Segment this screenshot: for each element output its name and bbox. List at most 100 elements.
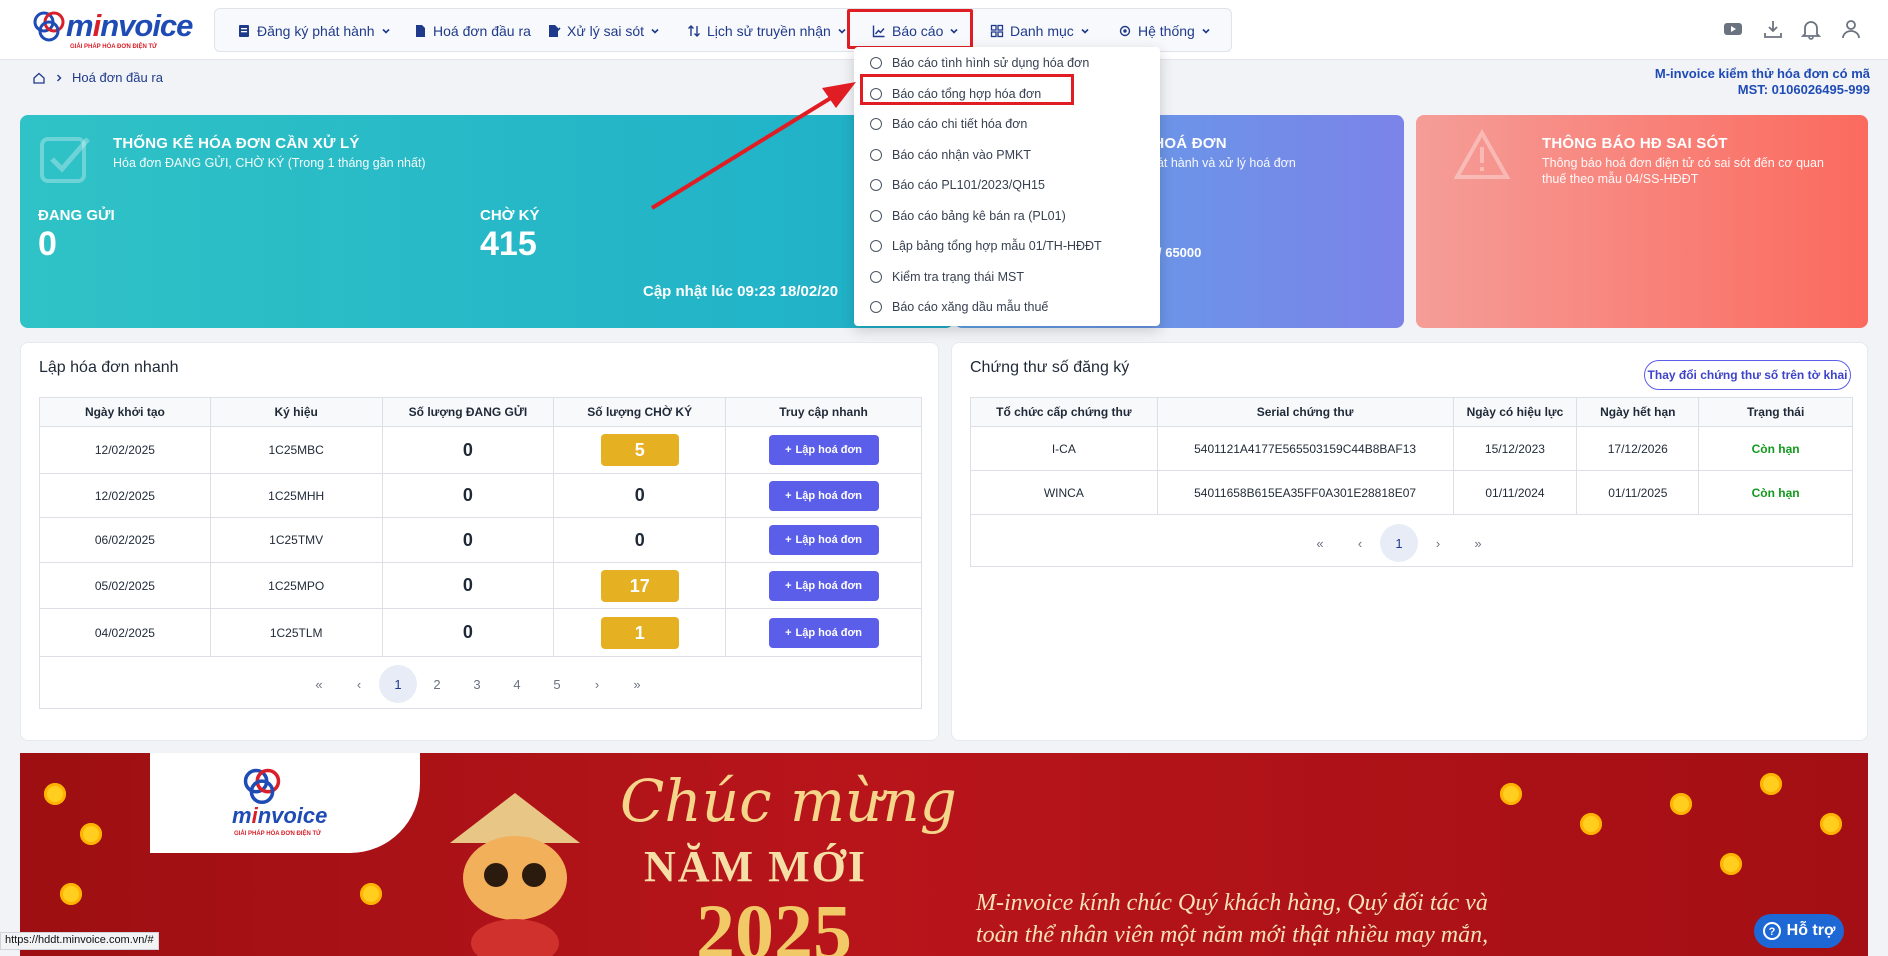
menu-item-label: Báo cáo chi tiết hóa đơn: [892, 117, 1028, 131]
minvoice-logo[interactable]: minvoice GIẢI PHÁP HÓA ĐƠN ĐIỆN TỬ: [32, 8, 193, 54]
nav-label: Đăng ký phát hành: [257, 23, 375, 39]
user-icon[interactable]: [1840, 18, 1862, 42]
cell-to: 01/11/2025: [1576, 470, 1700, 515]
bao-cao-highlight-box: [847, 9, 973, 49]
nav-xu-ly-sai-sot[interactable]: Xử lý sai sót: [547, 9, 660, 53]
col-header: Ngày khởi tạo: [39, 397, 211, 427]
pager-page-5[interactable]: 5: [537, 667, 577, 701]
table-row: 04/02/2025 1C25TLM 0 1 + Lập hoá đơn: [39, 608, 922, 657]
col-header: Tổ chức cấp chứng thư: [970, 397, 1158, 427]
apricot-flower-icon: [80, 823, 102, 845]
logo-mark-icon: [33, 11, 65, 42]
circle-icon: [870, 179, 882, 191]
create-invoice-button[interactable]: + Lập hoá đơn: [768, 435, 879, 465]
cell-action: + Lập hoá đơn: [725, 426, 922, 474]
pager-page-1[interactable]: 1: [1380, 524, 1418, 562]
home-icon[interactable]: [32, 71, 46, 85]
menu-item-pl101-report[interactable]: Báo cáo PL101/2023/QH15: [870, 175, 1045, 195]
waiting-value: 415: [480, 225, 537, 263]
create-invoice-button[interactable]: + Lập hoá đơn: [768, 525, 879, 555]
cell-waiting: 0: [553, 517, 727, 563]
pager-next[interactable]: ›: [1418, 526, 1458, 560]
cell-code: 1C25MPO: [209, 562, 383, 609]
bell-icon[interactable]: [1800, 18, 1822, 42]
breadcrumb-current[interactable]: Hoá đơn đầu ra: [72, 70, 163, 85]
pager-last[interactable]: »: [1458, 526, 1498, 560]
button-label: Lập hoá đơn: [795, 489, 862, 502]
chevron-down-icon: [838, 28, 846, 34]
create-invoice-button[interactable]: + Lập hoá đơn: [768, 570, 879, 601]
pager-prev[interactable]: ‹: [339, 667, 379, 701]
new-year-banner: minvoice GIẢI PHÁP HÓA ĐƠN ĐIỆN TỬ Chúc …: [20, 753, 1868, 956]
menu-item-pmkt-report[interactable]: Báo cáo nhận vào PMKT: [870, 145, 1031, 165]
chevron-right-icon: [57, 74, 62, 81]
pager-last[interactable]: »: [617, 667, 657, 701]
menu-item-usage-report[interactable]: Báo cáo tình hình sử dụng hóa đơn: [870, 53, 1089, 73]
cell-sending: 0: [381, 562, 555, 609]
change-cert-button[interactable]: Thay đổi chứng thư số trên tờ khai: [1644, 360, 1851, 390]
youtube-icon[interactable]: [1722, 18, 1744, 42]
table-header-row: Ngày khởi tạo Ký hiệu Số lượng ĐANG GỬI …: [39, 397, 922, 427]
cell-sending: 0: [381, 517, 555, 563]
pager-page-2[interactable]: 2: [417, 667, 457, 701]
cert-pager: « ‹ 1 › »: [1300, 524, 1498, 562]
nav-dang-ky-phat-hanh[interactable]: Đăng ký phát hành: [237, 9, 391, 53]
invoice-card-subtitle: hát hành và xử lý hoá đơn: [1150, 156, 1296, 170]
pager-page-4[interactable]: 4: [497, 667, 537, 701]
pager-first[interactable]: «: [1300, 526, 1340, 560]
plus-icon: +: [785, 626, 792, 639]
nav-label: Hoá đơn đầu ra: [433, 23, 531, 39]
circle-icon: [870, 301, 882, 313]
menu-item-fuel-report[interactable]: Báo cáo xăng dầu mẫu thuế: [870, 297, 1048, 317]
banner-year: 2025: [696, 888, 852, 956]
grid-icon: [990, 24, 1004, 38]
document-icon: [239, 25, 249, 37]
menu-item-01th-report[interactable]: Lập bảng tổng hợp mẫu 01/TH-HĐĐT: [870, 236, 1102, 256]
logo-tagline: GIẢI PHÁP HÓA ĐƠN ĐIỆN TỬ: [70, 44, 158, 50]
invoice-quota: / 65000: [1158, 245, 1202, 260]
cell-to: 17/12/2026: [1576, 426, 1700, 471]
cell-action: + Lập hoá đơn: [725, 562, 922, 609]
error-card-title: THÔNG BÁO HĐ SAI SÓT: [1542, 135, 1728, 152]
pager-prev[interactable]: ‹: [1340, 526, 1380, 560]
nav-label: Xử lý sai sót: [567, 23, 645, 39]
waiting-badge: 5: [600, 434, 679, 466]
circle-icon: [870, 210, 882, 222]
menu-item-label: Kiểm tra trạng thái MST: [892, 270, 1024, 284]
quick-invoice-title: Lập hóa đơn nhanh: [39, 359, 179, 376]
cell-action: + Lập hoá đơn: [725, 517, 922, 563]
pager-page-1[interactable]: 1: [379, 665, 417, 703]
sending-value: 0: [38, 225, 57, 263]
help-label: Hỗ trợ: [1786, 922, 1836, 939]
banner-message-line: toàn thể nhân viên một năm mới thật nhiề…: [976, 922, 1489, 948]
cell-code: 1C25MHH: [209, 473, 383, 518]
circle-icon: [870, 271, 882, 283]
question-icon: ?: [1762, 922, 1781, 940]
download-icon[interactable]: [1762, 18, 1784, 42]
cell-action: + Lập hoá đơn: [725, 608, 922, 657]
plus-icon: +: [785, 489, 792, 502]
pending-title: THỐNG KÊ HÓA ĐƠN CẦN XỬ LÝ: [113, 135, 360, 152]
cell-waiting: 5: [553, 426, 727, 474]
company-info: M-invoice kiểm thử hóa đơn có mã MST: 01…: [1655, 66, 1870, 98]
checkbox-icon: [40, 137, 90, 183]
table-row: 12/02/2025 1C25MBC 0 5 + Lập hoá đơn: [39, 426, 922, 474]
nav-lich-su-truyen-nhan[interactable]: Lịch sử truyền nhận: [687, 9, 847, 53]
create-invoice-button[interactable]: + Lập hoá đơn: [768, 617, 879, 648]
banner-logo-text: minvoice: [232, 803, 328, 828]
help-button[interactable]: ? Hỗ trợ: [1754, 914, 1844, 948]
nav-hoa-don-dau-ra[interactable]: Hoá đơn đầu ra: [413, 9, 531, 53]
create-invoice-button[interactable]: + Lập hoá đơn: [768, 480, 879, 511]
cell-sending: 0: [381, 473, 555, 518]
apricot-flower-icon: [1720, 853, 1742, 875]
pager-next[interactable]: ›: [577, 667, 617, 701]
menu-item-detail-report[interactable]: Báo cáo chi tiết hóa đơn: [870, 114, 1027, 134]
circle-icon: [870, 57, 882, 69]
pager-page-3[interactable]: 3: [457, 667, 497, 701]
menu-item-pl01-report[interactable]: Báo cáo bảng kê bán ra (PL01): [870, 206, 1066, 226]
menu-item-mst-check[interactable]: Kiểm tra trạng thái MST: [870, 267, 1024, 287]
company-name: M-invoice kiểm thử hóa đơn có mã: [1654, 66, 1870, 81]
pager-first[interactable]: «: [299, 667, 339, 701]
banner-logo-tagline: GIẢI PHÁP HÓA ĐƠN ĐIỆN TỬ: [234, 831, 322, 837]
chevron-down-icon: [1081, 28, 1089, 34]
